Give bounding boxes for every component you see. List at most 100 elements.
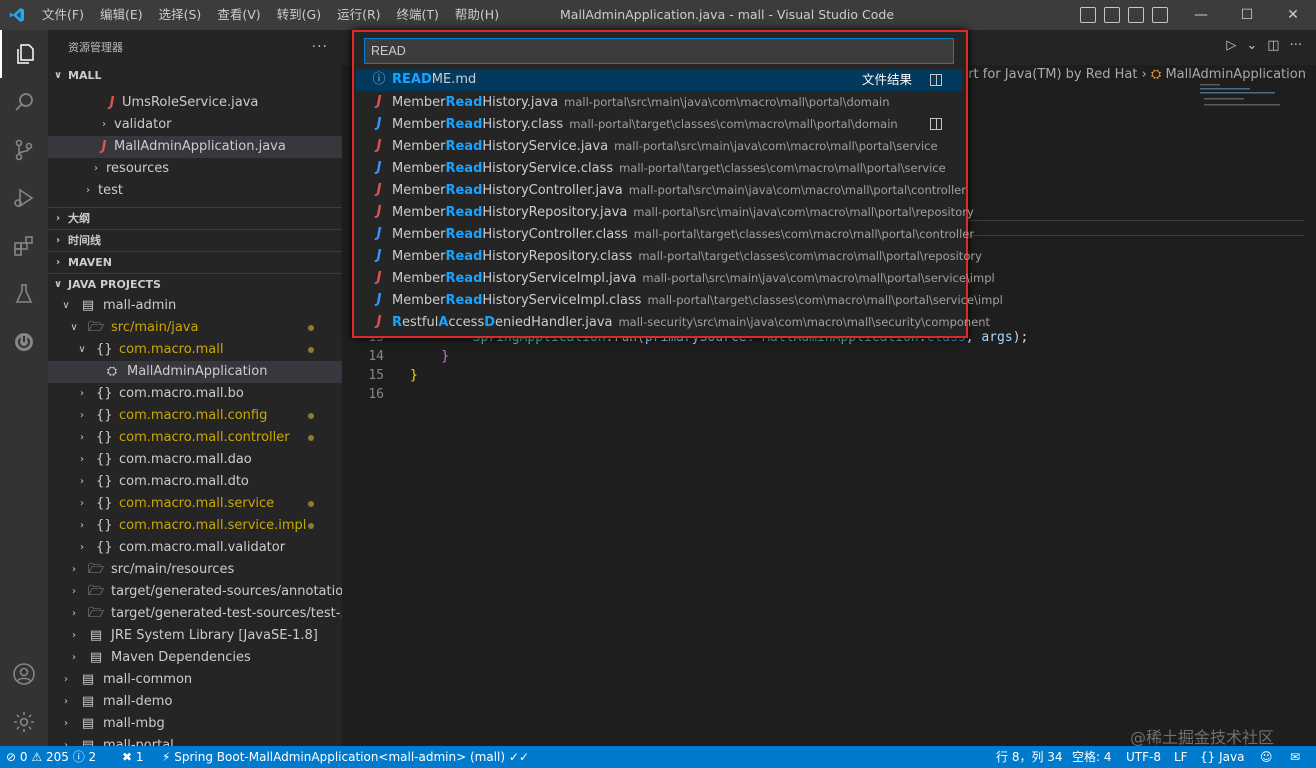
tree-jre-system-library[interactable]: › ▤ JRE System Library [JavaSE-1.8] <box>48 625 342 647</box>
language-mode[interactable]: {} Java <box>1200 746 1244 768</box>
package-icon: {} <box>96 430 113 445</box>
tree-src-main-java[interactable]: ∨ 🗁 src/main/java <box>48 317 342 339</box>
modified-dot <box>308 347 314 353</box>
result-item[interactable]: J MemberReadHistoryServiceImpl.class mall… <box>356 289 1003 311</box>
tree-item-mall-admin-application[interactable]: J MallAdminApplication.java <box>48 136 342 158</box>
search-icon[interactable] <box>0 78 48 126</box>
tree-item-ums-role-service[interactable]: J UmsRoleService.java <box>48 92 342 114</box>
indentation[interactable]: 空格: 4 <box>1072 746 1112 768</box>
split-editor-icon[interactable]: ◫ <box>1267 38 1279 53</box>
menu-help[interactable]: 帮助(H) <box>447 0 507 30</box>
chevron-down-icon[interactable]: ⌄ <box>1246 38 1257 53</box>
tree-package-validator[interactable]: › {} com.macro.mall.validator <box>48 537 342 559</box>
menu-view[interactable]: 查看(V) <box>209 0 268 30</box>
quick-open-input[interactable]: READ <box>364 38 954 64</box>
result-item[interactable]: J MemberReadHistoryService.class mall-por… <box>356 157 962 179</box>
feedback-icon[interactable]: ☺ <box>1260 746 1273 768</box>
settings-gear-icon[interactable] <box>0 698 48 746</box>
close-icon[interactable]: ✕ <box>1270 0 1316 30</box>
project-mall-common[interactable]: › ▤ mall-common <box>48 669 342 691</box>
end-of-line[interactable]: LF <box>1174 746 1188 768</box>
project-mall-admin[interactable]: ∨ ▤ mall-admin <box>48 295 342 317</box>
tree-maven-dependencies[interactable]: › ▤ Maven Dependencies <box>48 647 342 669</box>
tree-package-controller[interactable]: › {} com.macro.mall.controller <box>48 427 342 449</box>
spring-boot-status[interactable]: ⚡ Spring Boot-MallAdminApplication<mall-… <box>162 746 529 768</box>
chevron-right-icon: › <box>94 163 98 174</box>
result-item[interactable]: ⓘ README.md 文件结果 <box>356 69 962 91</box>
quick-open-results: ⓘ README.md 文件结果 J MemberReadHistory.jav… <box>356 69 1003 333</box>
result-item[interactable]: J MemberReadHistoryServiceImpl.java mall-… <box>356 267 995 289</box>
run-debug-icon[interactable] <box>0 174 48 222</box>
extensions-icon[interactable] <box>0 222 48 270</box>
tree-package-service[interactable]: › {} com.macro.mall.service <box>48 493 342 515</box>
project-icon: ▤ <box>81 738 95 746</box>
toggle-sidebar-icon[interactable] <box>1080 7 1096 23</box>
chevron-right-icon: › <box>80 410 84 421</box>
tree-package-com-macro-mall[interactable]: ∨ {} com.macro.mall <box>48 339 342 361</box>
result-item[interactable]: J MemberReadHistoryController.java mall-p… <box>356 179 966 201</box>
tree-package-bo[interactable]: › {} com.macro.mall.bo <box>48 383 342 405</box>
tree-generated-sources[interactable]: › 🗁 target/generated-sources/annotatio..… <box>48 581 342 603</box>
more-actions-icon[interactable]: ··· <box>312 30 328 65</box>
customize-layout-icon[interactable] <box>1152 7 1168 23</box>
section-outline[interactable]: › 大纲 <box>48 207 342 229</box>
account-icon[interactable] <box>0 650 48 698</box>
toggle-panel-icon[interactable] <box>1104 7 1120 23</box>
result-item[interactable]: J RestfulAccessDeniedHandler.java mall-se… <box>356 311 990 333</box>
project-mall-mbg[interactable]: › ▤ mall-mbg <box>48 713 342 735</box>
open-to-side-icon[interactable] <box>930 118 942 130</box>
section-java-projects[interactable]: ∨ JAVA PROJECTS <box>48 273 342 295</box>
tree-package-service-impl[interactable]: › {} com.macro.mall.service.impl <box>48 515 342 537</box>
result-item[interactable]: J MemberReadHistoryController.class mall-… <box>356 223 975 245</box>
tree-item-test[interactable]: › test <box>48 180 342 202</box>
menu-go[interactable]: 转到(G) <box>269 0 329 30</box>
tree-package-dto[interactable]: › {} com.macro.mall.dto <box>48 471 342 493</box>
chevron-right-icon: › <box>64 674 68 685</box>
minimap[interactable] <box>1200 82 1280 112</box>
source-control-icon[interactable] <box>0 126 48 174</box>
encoding[interactable]: UTF-8 <box>1126 746 1161 768</box>
explorer-sidebar: 资源管理器 ··· ∨ MALL J UmsRoleService.java › … <box>48 30 342 746</box>
open-to-side-icon[interactable] <box>930 74 942 86</box>
menu-run[interactable]: 运行(R) <box>329 0 388 30</box>
tree-package-dao[interactable]: › {} com.macro.mall.dao <box>48 449 342 471</box>
toggle-secondary-sidebar-icon[interactable] <box>1128 7 1144 23</box>
tree-item-validator[interactable]: › validator <box>48 114 342 136</box>
tree-package-config[interactable]: › {} com.macro.mall.config <box>48 405 342 427</box>
tree-generated-test-sources[interactable]: › 🗁 target/generated-test-sources/test-.… <box>48 603 342 625</box>
result-item[interactable]: J MemberReadHistory.java mall-portal\src\… <box>356 91 962 113</box>
section-timeline[interactable]: › 时间线 <box>48 229 342 251</box>
menu-terminal[interactable]: 终端(T) <box>389 0 447 30</box>
tree-class-mall-admin-application[interactable]: ⛭ MallAdminApplication <box>48 361 342 383</box>
explorer-icon[interactable] <box>0 30 48 78</box>
result-item[interactable]: J MemberReadHistory.class mall-portal\tar… <box>356 113 962 135</box>
section-maven[interactable]: › MAVEN <box>48 251 342 273</box>
breadcrumb-class[interactable]: MallAdminApplication <box>1165 67 1305 82</box>
minimize-icon[interactable]: — <box>1178 0 1224 30</box>
menu-selection[interactable]: 选择(S) <box>151 0 210 30</box>
project-mall-demo[interactable]: › ▤ mall-demo <box>48 691 342 713</box>
section-mall[interactable]: ∨ MALL <box>48 65 342 87</box>
menu-file[interactable]: 文件(F) <box>34 0 92 30</box>
chevron-right-icon: › <box>86 185 90 196</box>
breadcrumb-item[interactable]: port for Java(TM) by Red Hat <box>952 67 1137 82</box>
problems-status[interactable]: ⊘ 0 ⚠ 205 ⓘ 2 <box>6 746 96 768</box>
more-icon[interactable]: ··· <box>1290 38 1302 53</box>
spring-boot-icon[interactable] <box>0 318 48 366</box>
tools-status[interactable]: ✖ 1 <box>122 746 144 768</box>
run-icon[interactable]: ▷ <box>1226 38 1236 53</box>
result-item[interactable]: J MemberReadHistoryRepository.class mall-… <box>356 245 982 267</box>
result-item[interactable]: J MemberReadHistoryRepository.java mall-p… <box>356 201 974 223</box>
package-icon: {} <box>96 452 113 467</box>
testing-icon[interactable] <box>0 270 48 318</box>
status-bar: ⊘ 0 ⚠ 205 ⓘ 2 ✖ 1 ⚡ Spring Boot-MallAdmi… <box>0 746 1316 768</box>
quick-open-widget: READ ⓘ README.md 文件结果 J MemberReadHistor… <box>352 30 1003 338</box>
tree-item-resources[interactable]: › resources <box>48 158 342 180</box>
notifications-bell-icon[interactable]: ✉ <box>1290 746 1300 768</box>
tree-src-main-resources[interactable]: › 🗁 src/main/resources <box>48 559 342 581</box>
project-mall-portal[interactable]: › ▤ mall-portal <box>48 735 342 746</box>
cursor-position[interactable]: 行 8，列 34 <box>996 746 1063 768</box>
result-item[interactable]: J MemberReadHistoryService.java mall-port… <box>356 135 962 157</box>
menu-edit[interactable]: 编辑(E) <box>92 0 151 30</box>
maximize-icon[interactable]: ☐ <box>1224 0 1270 30</box>
